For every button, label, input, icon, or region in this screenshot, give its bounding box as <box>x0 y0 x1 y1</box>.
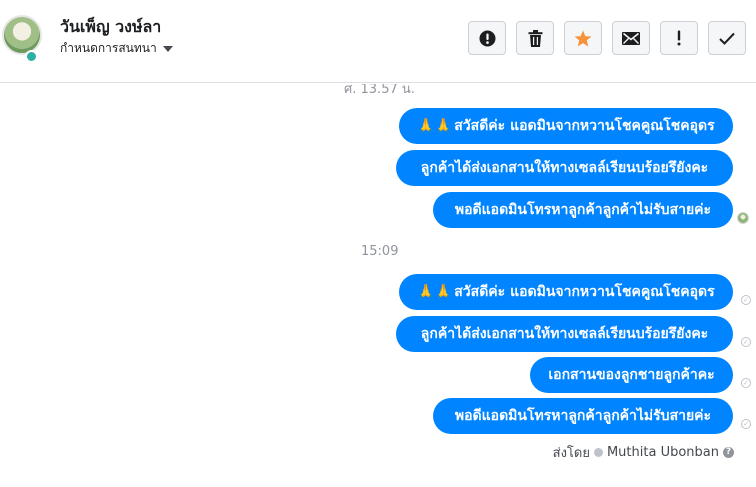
sent-by-label: ส่งโดย <box>552 446 590 461</box>
assign-conversation-dropdown[interactable]: กำหนดการสนทนา <box>60 39 173 58</box>
delivered-check-icon: ✓ <box>741 378 751 388</box>
timestamp: ศ. 13.57 น. <box>344 84 415 97</box>
delivered-check-icon: ✓ <box>741 295 751 305</box>
praying-hands-icon: 🙏🙏 <box>417 118 453 134</box>
message-text: พอดีแอดมินโทรหาลูกค้าลูกค้าไม่รับสายค่ะ <box>454 408 712 424</box>
praying-hands-icon: 🙏🙏 <box>417 284 453 300</box>
message-bubble[interactable]: 🙏🙏 สวัสดีค่ะ แอดมินจากหวานโชคคูณโชคอุดร <box>399 274 733 310</box>
delete-button[interactable] <box>516 21 554 55</box>
message-bubble[interactable]: ลูกค้าได้ส่งเอกสานให้ทางเซลล์เรียนบร้อยร… <box>396 150 733 186</box>
help-icon[interactable]: ? <box>723 447 734 458</box>
conversation-header: วันเพ็ญ วงษ์ลา กำหนดการสนทนา <box>0 0 756 83</box>
message-bubble[interactable]: ลูกค้าได้ส่งเอกสานให้ทางเซลล์เรียนบร้อยร… <box>396 316 733 352</box>
seen-avatar <box>737 212 749 224</box>
timestamp: 15:09 <box>361 244 399 259</box>
message-text: สวัสดีค่ะ แอดมินจากหวานโชคคูณโชคอุดร <box>454 284 715 300</box>
message-text: พอดีแอดมินโทรหาลูกค้าลูกค้าไม่รับสายค่ะ <box>454 202 712 218</box>
done-button[interactable] <box>708 21 746 55</box>
star-icon <box>574 30 592 46</box>
message-bubble[interactable]: เอกสานของลูกชายลูกค้าคะ <box>530 357 733 393</box>
exclamation-icon <box>677 30 681 46</box>
trash-icon <box>528 29 542 47</box>
message-bubble[interactable]: 🙏🙏 สวัสดีค่ะ แอดมินจากหวานโชคคูณโชคอุดร <box>399 108 733 144</box>
message-text: ลูกค้าได้ส่งเอกสานให้ทางเซลล์เรียนบร้อยร… <box>420 160 709 176</box>
message-text: เอกสานของลูกชายลูกค้าคะ <box>548 367 715 383</box>
messenger-badge-icon <box>25 50 38 63</box>
delivered-check-icon: ✓ <box>741 419 751 429</box>
check-icon <box>719 32 735 45</box>
message-text: สวัสดีค่ะ แอดมินจากหวานโชคคูณโชคอุดร <box>454 118 715 134</box>
contact-avatar[interactable] <box>2 15 42 55</box>
sender-name[interactable]: Muthita Ubonban <box>607 445 719 460</box>
assign-label: กำหนดการสนทนา <box>60 41 157 55</box>
caret-down-icon <box>162 46 173 52</box>
envelope-icon <box>622 31 640 45</box>
follow-up-button[interactable] <box>660 21 698 55</box>
message-bubble[interactable]: พอดีแอดมินโทรหาลูกค้าลูกค้าไม่รับสายค่ะ <box>433 398 733 434</box>
message-text: ลูกค้าได้ส่งเอกสานให้ทางเซลล์เรียนบร้อยร… <box>420 326 709 342</box>
mark-unread-button[interactable] <box>612 21 650 55</box>
message-bubble[interactable]: พอดีแอดมินโทรหาลูกค้าลูกค้าไม่รับสายค่ะ <box>433 192 733 228</box>
contact-name[interactable]: วันเพ็ญ วงษ์ลา <box>60 15 161 40</box>
sent-by-line: ส่งโดย Muthita Ubonban ? <box>553 442 734 463</box>
message-thread[interactable]: ศ. 13.57 น. 🙏🙏 สวัสดีค่ะ แอดมินจากหวานโช… <box>0 84 756 487</box>
verified-check-icon <box>593 448 603 457</box>
star-button[interactable] <box>564 21 602 55</box>
exclamation-circle-icon <box>479 30 495 46</box>
delivered-check-icon: ✓ <box>741 337 751 347</box>
spam-button[interactable] <box>468 21 506 55</box>
